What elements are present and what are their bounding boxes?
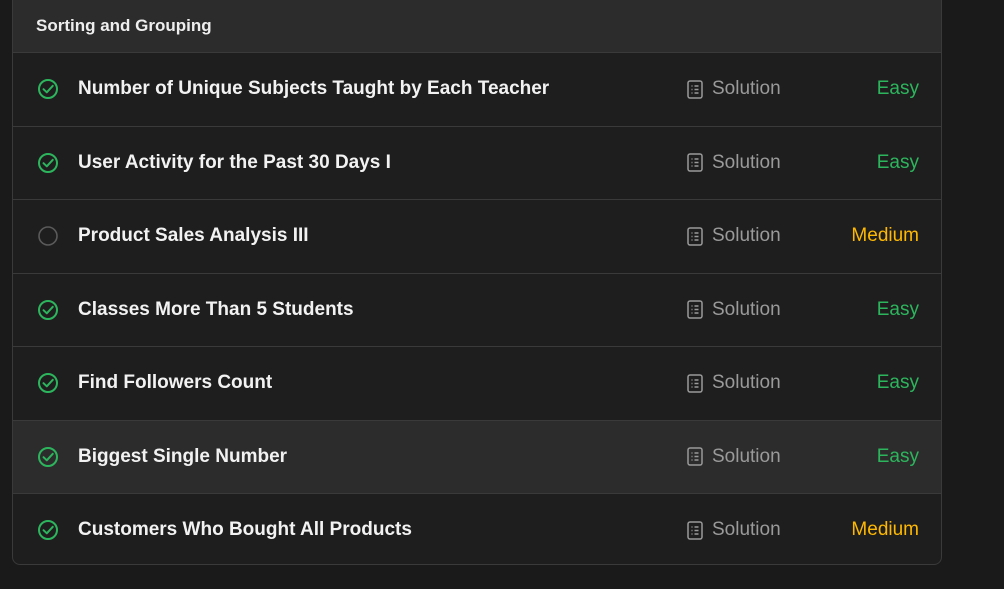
problem-title[interactable]: Number of Unique Subjects Taught by Each…	[78, 78, 549, 100]
solution-label: Solution	[712, 225, 781, 247]
problem-row[interactable]: Product Sales Analysis III Solution Medi…	[13, 199, 941, 273]
problem-row[interactable]: Biggest Single Number Solution Easy	[13, 419, 941, 493]
solution-link[interactable]: Solution	[687, 152, 781, 174]
solution-doc-icon	[687, 153, 703, 172]
problem-title[interactable]: Biggest Single Number	[78, 446, 287, 468]
solution-label: Solution	[712, 445, 781, 467]
solution-label: Solution	[712, 372, 781, 394]
unsolved-circle-icon	[37, 225, 59, 247]
study-plan-section: Sorting and Grouping Number of Unique Su…	[12, 0, 942, 565]
problem-title[interactable]: Product Sales Analysis III	[78, 225, 309, 247]
solution-link[interactable]: Solution	[687, 78, 781, 100]
solution-doc-icon	[687, 227, 703, 246]
problem-row[interactable]: Number of Unique Subjects Taught by Each…	[13, 52, 941, 126]
solved-check-icon	[37, 299, 59, 321]
solution-doc-icon	[687, 374, 703, 393]
solved-check-icon	[37, 446, 59, 468]
background-strip	[944, 0, 1004, 589]
problem-title[interactable]: Classes More Than 5 Students	[78, 299, 354, 321]
solution-link[interactable]: Solution	[687, 225, 781, 247]
difficulty-badge: Easy	[876, 151, 919, 173]
difficulty-badge: Easy	[876, 372, 919, 394]
difficulty-badge: Easy	[876, 445, 919, 467]
solved-check-icon	[37, 372, 59, 394]
solved-check-icon	[37, 519, 59, 541]
problem-title[interactable]: Customers Who Bought All Products	[78, 519, 412, 541]
solution-doc-icon	[687, 80, 703, 99]
difficulty-badge: Medium	[851, 225, 919, 247]
solution-label: Solution	[712, 519, 781, 541]
problem-list: Number of Unique Subjects Taught by Each…	[13, 52, 941, 564]
difficulty-badge: Easy	[876, 78, 919, 100]
problem-row[interactable]: Find Followers Count Solution Easy	[13, 346, 941, 420]
problem-title[interactable]: Find Followers Count	[78, 372, 272, 394]
solved-check-icon	[37, 152, 59, 174]
solution-doc-icon	[687, 521, 703, 540]
solution-doc-icon	[687, 447, 703, 466]
solution-label: Solution	[712, 151, 781, 173]
problem-title[interactable]: User Activity for the Past 30 Days I	[78, 152, 391, 174]
difficulty-badge: Easy	[876, 298, 919, 320]
solved-check-icon	[37, 78, 59, 100]
solution-doc-icon	[687, 300, 703, 319]
solution-label: Solution	[712, 78, 781, 100]
solution-label: Solution	[712, 298, 781, 320]
solution-link[interactable]: Solution	[687, 446, 781, 468]
problem-row[interactable]: Customers Who Bought All Products Soluti…	[13, 493, 941, 564]
problem-row[interactable]: User Activity for the Past 30 Days I Sol…	[13, 125, 941, 200]
problem-row[interactable]: Classes More Than 5 Students Solution Ea…	[13, 272, 941, 347]
difficulty-badge: Medium	[851, 519, 919, 541]
solution-link[interactable]: Solution	[687, 299, 781, 321]
solution-link[interactable]: Solution	[687, 519, 781, 541]
section-header: Sorting and Grouping	[13, 0, 941, 52]
solution-link[interactable]: Solution	[687, 372, 781, 394]
